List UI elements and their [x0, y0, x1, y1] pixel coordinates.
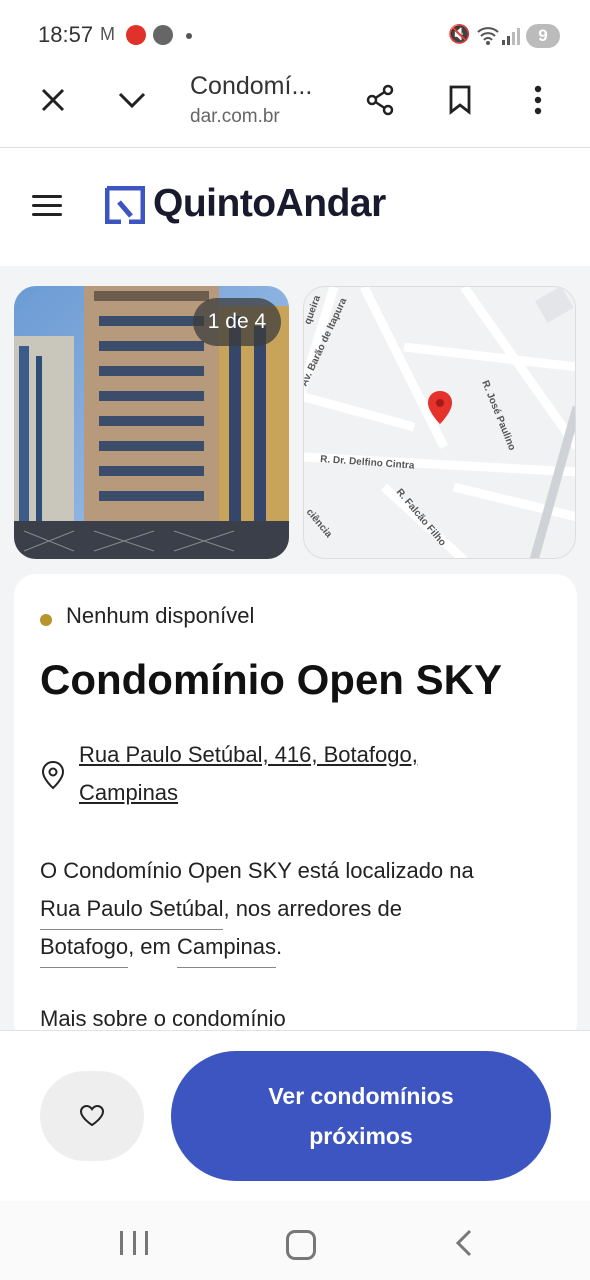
availability-dot: [40, 614, 52, 626]
quintoandar-logo-icon: [104, 185, 146, 225]
more-about-condo[interactable]: Mais sobre o condomínio: [40, 1006, 286, 1032]
description-text-4: .: [276, 934, 283, 959]
recents-icon[interactable]: [120, 1231, 148, 1255]
chrome-icon: [153, 25, 173, 45]
cta-label: Ver condomínios próximos: [268, 1083, 454, 1149]
mute-icon: 🔇: [448, 24, 471, 44]
chevron-down-icon[interactable]: [112, 80, 152, 120]
svg-text:R. Dr. Delfino Cintra: R. Dr. Delfino Cintra: [320, 454, 415, 472]
availability-status: Nenhum disponível: [66, 603, 255, 628]
status-bar: 18:57 M 🔇 9: [0, 0, 590, 70]
browser-url[interactable]: dar.com.br: [190, 106, 280, 128]
description-text-3: , em: [128, 934, 177, 959]
see-nearby-condos-button[interactable]: Ver condomínios próximos: [171, 1051, 551, 1181]
more-notifications-dot: [186, 33, 192, 39]
city-link[interactable]: Campinas: [176, 934, 277, 968]
bookmark-icon[interactable]: [440, 80, 480, 120]
svg-text:ciência: ciência: [304, 507, 334, 540]
clock: 18:57: [38, 22, 94, 47]
description-text-2: , nos arredores de: [223, 896, 403, 921]
condo-description: O Condomínio Open SKY está localizado na…: [40, 852, 550, 968]
favorite-button[interactable]: [40, 1071, 144, 1161]
neighborhood-link[interactable]: Botafogo: [40, 934, 129, 968]
address-line-2: Campinas: [79, 780, 179, 805]
browser-page-title: Condomí...: [190, 72, 313, 100]
street-link[interactable]: Rua Paulo Setúbal: [40, 896, 224, 930]
address-link[interactable]: Rua Paulo Setúbal, 416, Botafogo, Campin…: [79, 736, 499, 812]
svg-text:R. Falcão Filho: R. Falcão Filho: [394, 487, 448, 549]
condo-title: Condomínio Open SKY: [40, 656, 502, 703]
signal-icon: [501, 26, 521, 51]
location-map[interactable]: Av. Barão de Itapura R. José Paulino R. …: [303, 286, 576, 559]
menu-icon[interactable]: [32, 195, 62, 217]
more-options-icon[interactable]: [518, 80, 558, 120]
home-icon[interactable]: [286, 1230, 316, 1260]
description-text: O Condomínio Open SKY está localizado na: [40, 858, 474, 883]
wifi-icon: [476, 24, 500, 51]
photo-counter: 1 de 4: [193, 298, 281, 346]
svg-text:R. José Paulino: R. José Paulino: [479, 379, 517, 452]
location-pin-icon: [40, 760, 66, 790]
heart-icon: [79, 1104, 105, 1127]
app-icon: [126, 25, 146, 45]
battery-icon: 9: [526, 24, 560, 48]
close-icon[interactable]: [33, 80, 73, 120]
brand-name[interactable]: QuintoAndar: [153, 182, 386, 226]
back-icon[interactable]: [452, 1228, 478, 1258]
share-icon[interactable]: [360, 80, 400, 120]
address-line-1: Rua Paulo Setúbal, 416, Botafogo,: [79, 742, 418, 767]
mail-icon: M: [100, 24, 115, 44]
